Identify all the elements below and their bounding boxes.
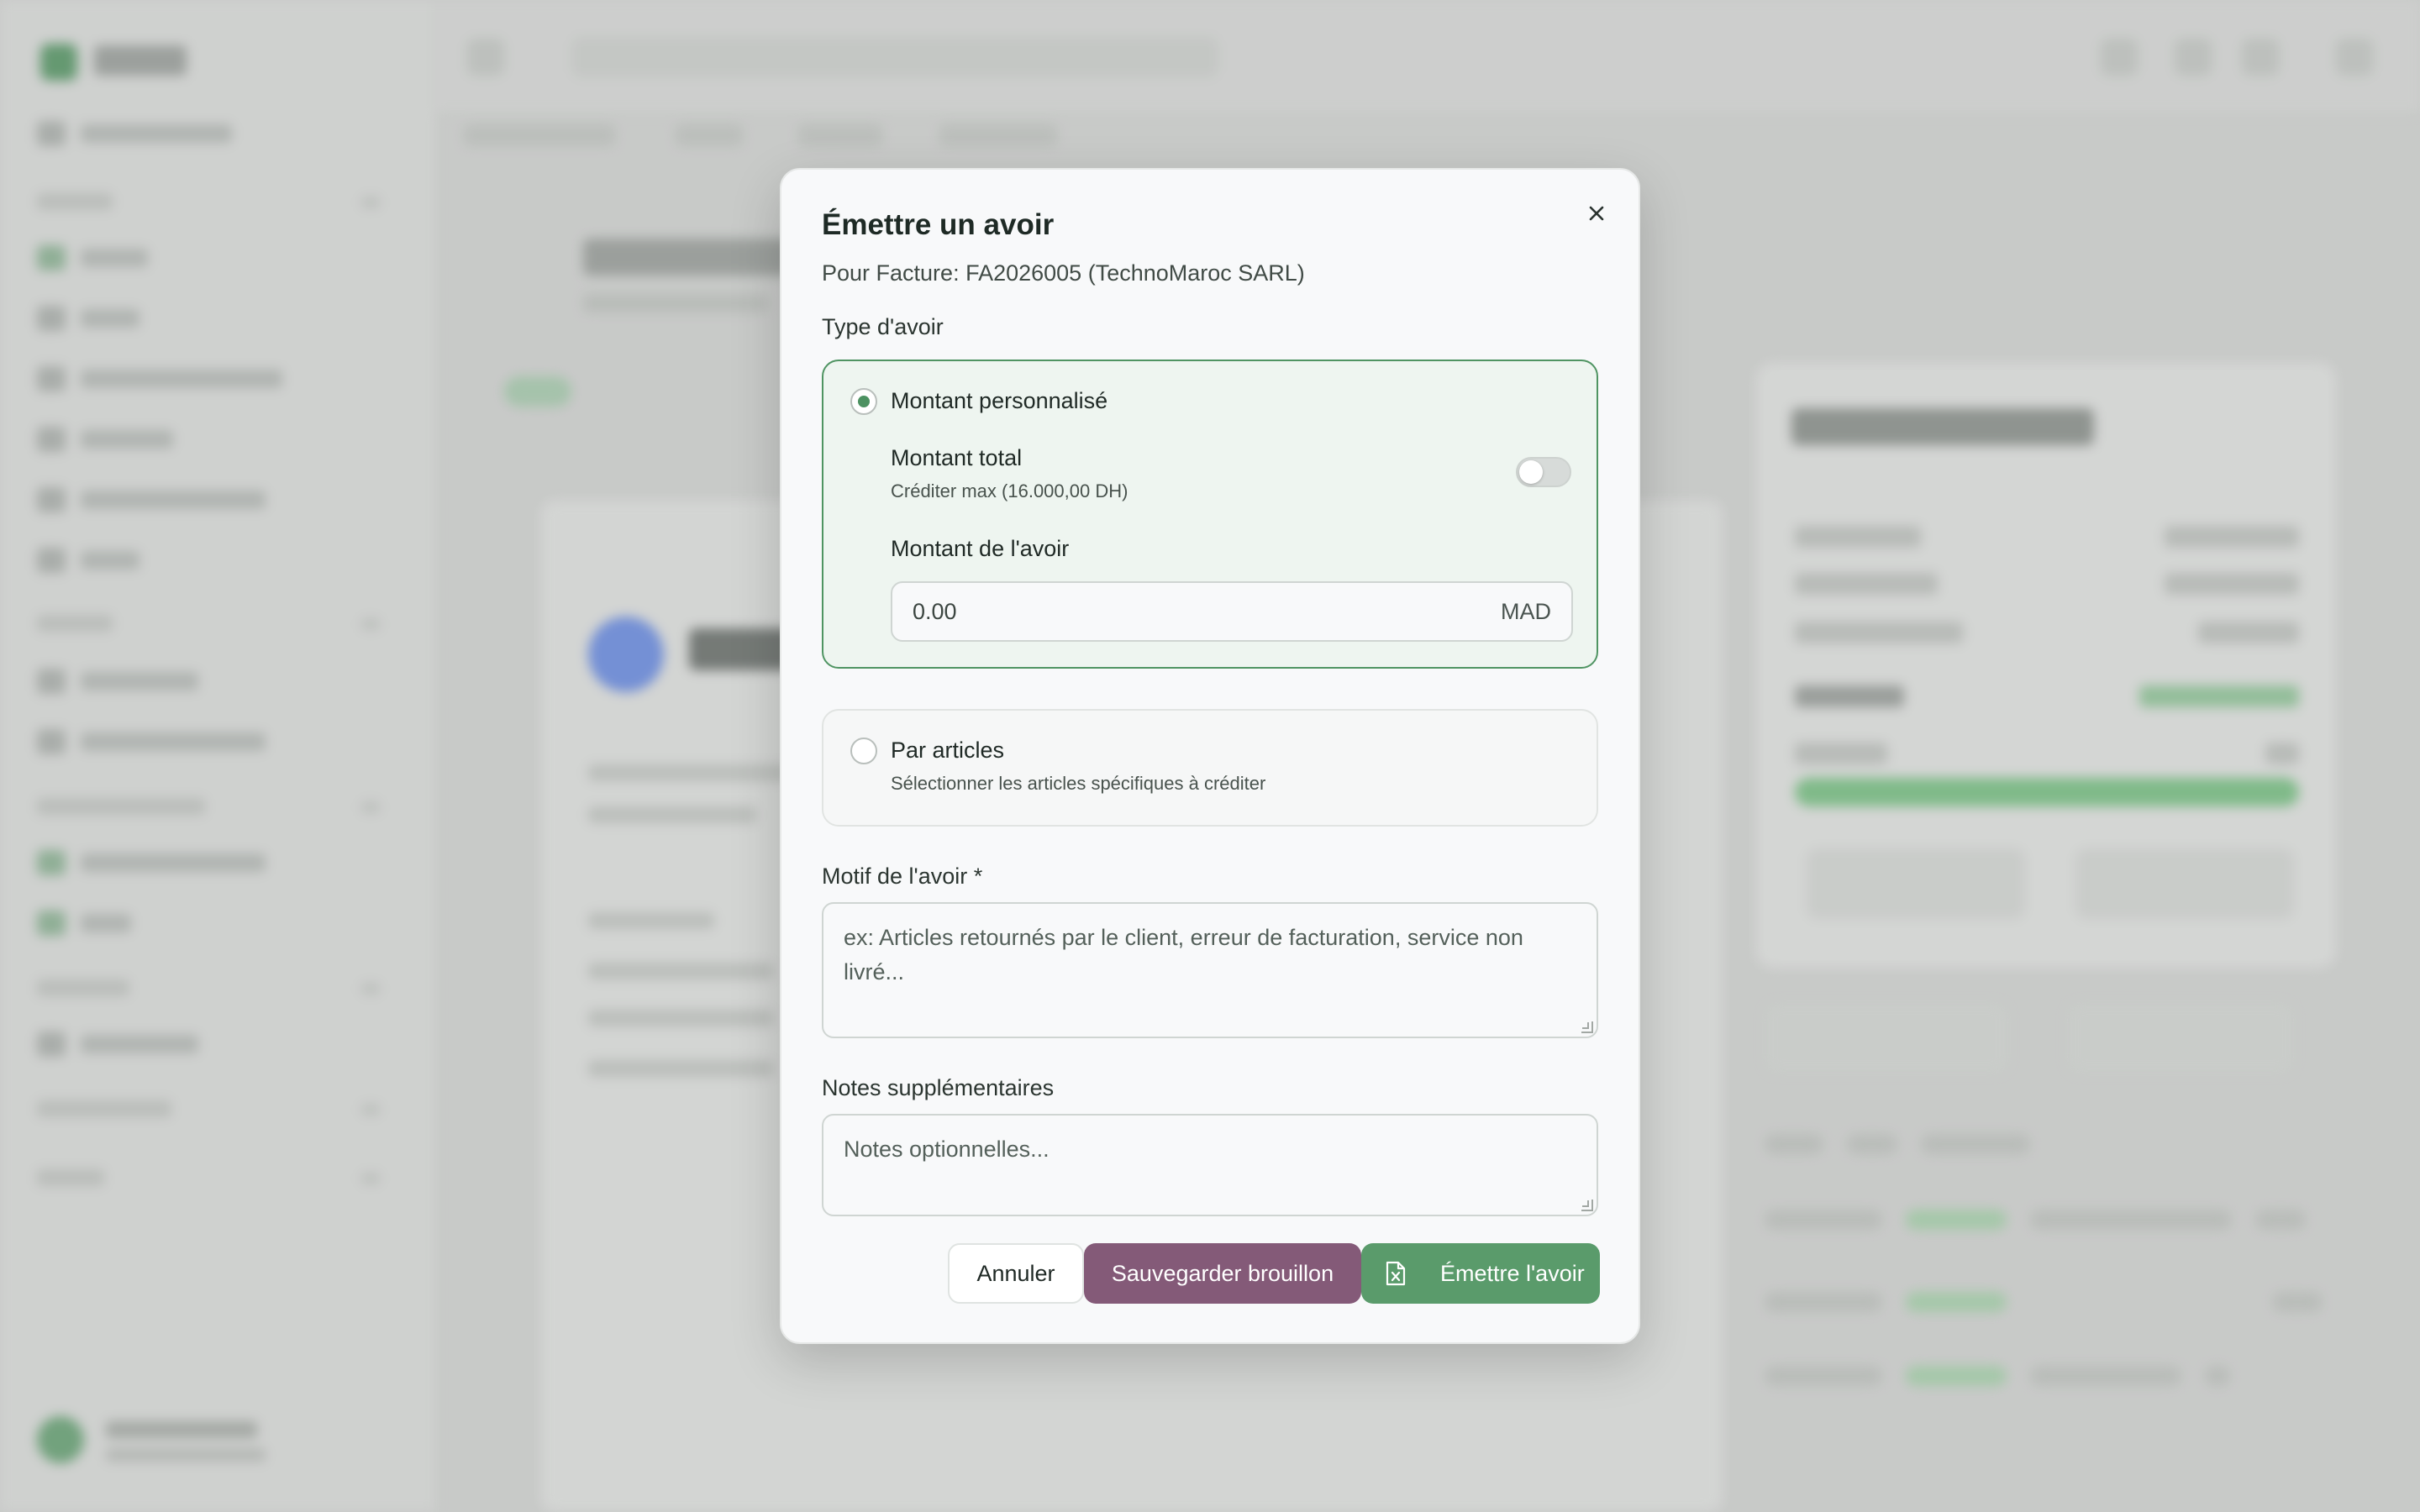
- credit-note-dialog: Émettre un avoir Pour Facture: FA2026005…: [780, 168, 1640, 1344]
- credit-amount-input[interactable]: 0.00 MAD: [891, 581, 1573, 642]
- dialog-subtitle: Pour Facture: FA2026005 (TechnoMaroc SAR…: [822, 260, 1305, 286]
- option-by-items-desc: Sélectionner les articles spécifiques à …: [891, 773, 1266, 794]
- total-amount-desc: Créditer max (16.000,00 DH): [891, 480, 1128, 501]
- save-draft-button[interactable]: Sauvegarder brouillon: [1084, 1243, 1361, 1304]
- credit-type-label: Type d'avoir: [822, 314, 944, 339]
- currency-label: MAD: [1501, 598, 1551, 624]
- option-custom-amount-title: Montant personnalisé: [891, 388, 1108, 413]
- credit-amount-label: Montant de l'avoir: [891, 536, 1070, 561]
- notes-label: Notes supplémentaires: [822, 1075, 1055, 1100]
- notes-textarea[interactable]: Notes optionnelles...: [822, 1114, 1598, 1216]
- reason-label: Motif de l'avoir *: [822, 864, 983, 889]
- resize-handle-icon[interactable]: [1581, 1200, 1593, 1211]
- radio-custom-amount[interactable]: [850, 388, 877, 415]
- reason-placeholder: ex: Articles retournés par le client, er…: [844, 925, 1523, 984]
- toggle-knob: [1519, 460, 1543, 484]
- file-excel-icon: [1386, 1261, 1406, 1286]
- option-by-items-title: Par articles: [891, 738, 1005, 763]
- reason-textarea[interactable]: ex: Articles retournés par le client, er…: [822, 902, 1598, 1038]
- option-custom-amount[interactable]: Montant personnalisé Montant total Crédi…: [822, 360, 1598, 669]
- total-amount-toggle[interactable]: [1516, 457, 1571, 487]
- total-amount-label: Montant total: [891, 445, 1023, 470]
- credit-amount-value: 0.00: [913, 598, 957, 624]
- cancel-button[interactable]: Annuler: [948, 1243, 1084, 1304]
- issue-credit-note-button[interactable]: Émettre l'avoir: [1361, 1243, 1600, 1304]
- radio-selected-dot: [858, 396, 870, 407]
- option-by-items[interactable]: Par articles Sélectionner les articles s…: [822, 709, 1598, 827]
- dialog-title: Émettre un avoir: [822, 208, 1055, 241]
- radio-by-items[interactable]: [850, 738, 877, 764]
- resize-handle-icon[interactable]: [1581, 1021, 1593, 1033]
- close-icon: [1589, 206, 1604, 221]
- issue-credit-note-label: Émettre l'avoir: [1440, 1260, 1585, 1286]
- notes-placeholder: Notes optionnelles...: [844, 1137, 1050, 1162]
- close-button[interactable]: [1578, 195, 1615, 232]
